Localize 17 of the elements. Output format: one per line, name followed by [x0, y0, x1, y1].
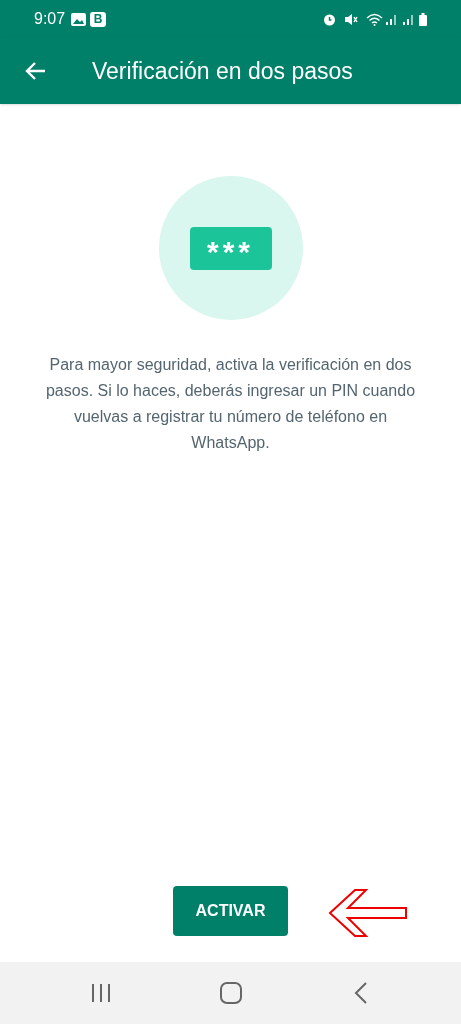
description-text: Para mayor seguridad, activa la verificación en dos pasos. Si lo haces, deberás ingresar un PIN cuando vuelvas a registrar tu número de teléfono en WhatsApp.	[44, 355, 417, 453]
recents-icon[interactable]	[89, 983, 112, 1003]
app-bar-title: Verificación en dos pasos	[92, 56, 353, 86]
wifi-icon	[366, 12, 383, 26]
signal-icon	[402, 13, 415, 25]
activate-button[interactable]: ACTIVAR	[173, 886, 288, 936]
pin-mask-badge: ***	[189, 226, 272, 270]
back-icon[interactable]	[353, 982, 368, 1004]
signal-icon	[385, 13, 398, 25]
mute-icon	[344, 12, 358, 26]
alarm-icon	[323, 12, 336, 26]
app-badge: B	[90, 11, 107, 27]
battery-icon	[419, 12, 427, 26]
status-time: 9:07	[34, 9, 66, 29]
image-icon	[71, 12, 87, 26]
home-icon[interactable]	[219, 982, 242, 1004]
back-arrow-icon[interactable]	[24, 61, 46, 81]
